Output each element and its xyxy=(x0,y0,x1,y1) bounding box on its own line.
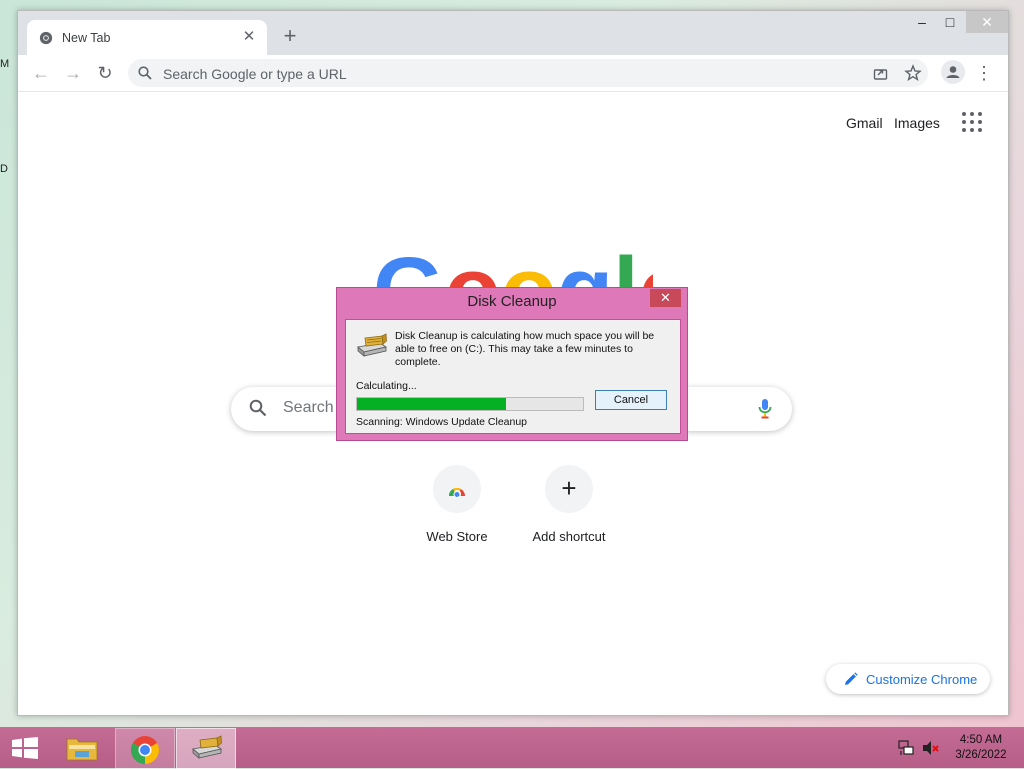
network-icon[interactable] xyxy=(898,740,914,756)
tab-title: New Tab xyxy=(62,30,111,45)
images-link[interactable]: Images xyxy=(894,115,940,131)
customize-chrome-button[interactable]: Customize Chrome xyxy=(826,664,990,694)
forward-button[interactable]: → xyxy=(61,61,85,85)
omnibox-input[interactable] xyxy=(161,63,845,85)
windows-start-icon[interactable] xyxy=(12,737,38,759)
dialog-body: Disk Cleanup is calculating how much spa… xyxy=(345,319,681,434)
bookmark-star-icon[interactable] xyxy=(904,64,922,82)
tab-close-icon[interactable]: ✕ xyxy=(241,29,257,45)
clock-time: 4:50 AM xyxy=(959,734,1003,746)
dialog-close-button[interactable]: ✕ xyxy=(650,289,681,307)
shortcut-label: Web Store xyxy=(426,529,488,544)
scanning-text: Scanning: Windows Update Cleanup xyxy=(356,416,528,428)
cancel-button[interactable]: Cancel xyxy=(595,390,667,410)
taskbar-disk-cleanup[interactable] xyxy=(176,728,236,769)
clock-date: 3/26/2022 xyxy=(955,749,1007,761)
volume-muted-icon[interactable] xyxy=(922,740,940,756)
microphone-icon[interactable] xyxy=(758,398,772,420)
gmail-link[interactable]: Gmail xyxy=(846,115,883,131)
new-tab-button[interactable]: + xyxy=(278,25,302,49)
reload-button[interactable]: ↻ xyxy=(93,61,117,85)
dialog-message: Disk Cleanup is calculating how much spa… xyxy=(395,330,655,368)
profile-avatar-icon[interactable] xyxy=(941,60,965,84)
shortcut-web-store[interactable]: Web Store xyxy=(407,465,507,544)
plus-icon: + xyxy=(561,473,577,503)
folder-icon xyxy=(66,738,98,761)
tab-new-tab[interactable]: New Tab ✕ xyxy=(27,20,267,55)
maximize-button[interactable]: □ xyxy=(938,11,962,33)
minimize-button[interactable]: – xyxy=(910,11,934,33)
progress-bar xyxy=(356,397,584,411)
pencil-icon xyxy=(845,672,858,685)
progress-fill xyxy=(357,398,507,410)
chrome-icon xyxy=(131,736,159,764)
omnibox[interactable] xyxy=(128,59,928,87)
desktop-icon-label-d: D xyxy=(0,163,8,175)
desktop-icon-label-m: M xyxy=(0,58,10,70)
shortcut-label: Add shortcut xyxy=(532,529,606,544)
back-button[interactable]: ← xyxy=(29,61,53,85)
menu-icon[interactable]: ⋮ xyxy=(975,61,993,85)
dialog-title: Disk Cleanup xyxy=(467,293,557,310)
system-clock[interactable]: 4:50 AM 3/26/2022 xyxy=(948,733,1014,763)
toolbar: ← → ↻ ⋮ xyxy=(18,55,1008,92)
chrome-web-store-icon xyxy=(448,486,466,498)
disk-cleanup-icon xyxy=(357,333,387,357)
chrome-favicon-icon xyxy=(39,31,53,44)
customize-label: Customize Chrome xyxy=(866,671,978,687)
google-apps-icon[interactable] xyxy=(962,112,982,132)
disk-cleanup-dialog: Disk Cleanup ✕ Disk Cleanup is calculati… xyxy=(336,287,688,441)
shortcut-add[interactable]: + Add shortcut xyxy=(519,465,619,544)
disk-cleanup-icon xyxy=(192,735,222,759)
status-text: Calculating... xyxy=(356,380,417,392)
taskbar: 4:50 AM 3/26/2022 xyxy=(0,727,1024,769)
close-window-button[interactable]: ✕ xyxy=(966,11,1008,33)
share-icon[interactable] xyxy=(872,64,890,82)
search-placeholder: Search xyxy=(283,399,334,416)
taskbar-chrome[interactable] xyxy=(115,728,175,769)
search-icon xyxy=(249,399,267,417)
search-icon xyxy=(138,66,152,80)
tab-strip: New Tab ✕ + – □ ✕ xyxy=(18,11,1008,55)
taskbar-file-explorer[interactable] xyxy=(52,728,110,767)
